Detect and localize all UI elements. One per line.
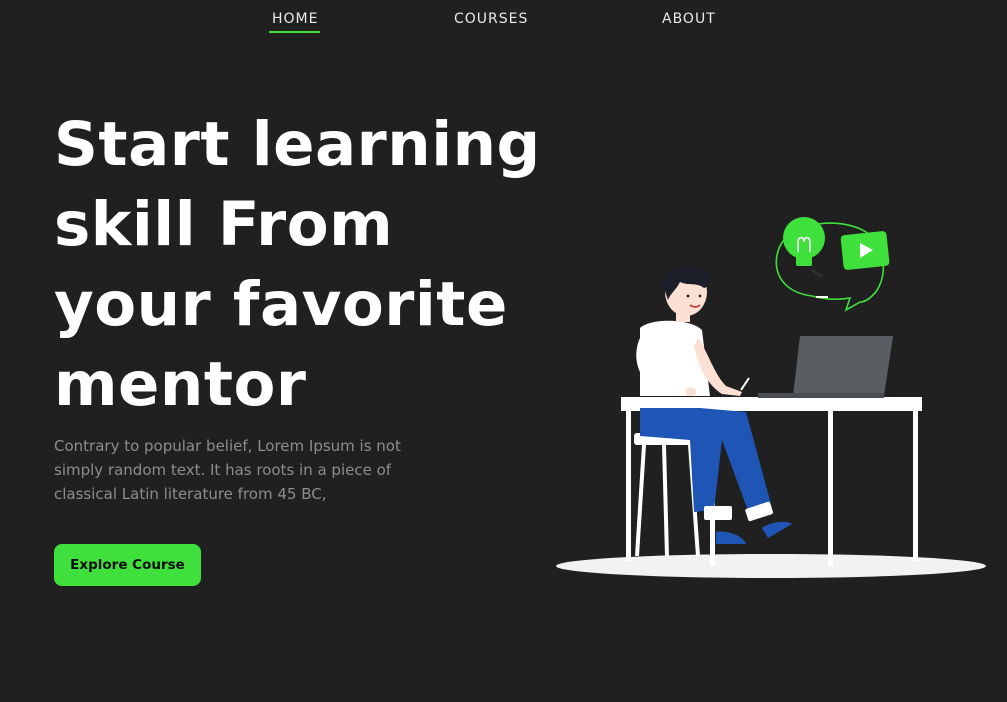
nav-link-about[interactable]: ABOUT (662, 11, 716, 27)
laptop (758, 336, 893, 398)
stool (634, 433, 700, 557)
hero-title-line-4: mentor (54, 349, 307, 420)
play-video-icon (840, 231, 890, 270)
top-nav: HOME COURSES ABOUT (0, 0, 1007, 40)
nav-link-home[interactable]: HOME (272, 11, 318, 27)
lightbulb-icon (783, 217, 825, 278)
hero-illustration (556, 217, 986, 578)
floor-shadow (556, 554, 986, 578)
active-nav-indicator (269, 31, 320, 33)
explore-course-button[interactable]: Explore Course (54, 544, 201, 586)
nav-link-courses[interactable]: COURSES (454, 11, 528, 27)
hero-description: Contrary to popular belief, Lorem Ipsum … (54, 437, 401, 503)
hero-title-line-3: your favorite (54, 269, 508, 340)
hero-title-line-2: skill From (54, 189, 394, 260)
hero-title-line-1: Start learning (54, 109, 541, 180)
hero-title: Start learning skill From your favorite … (54, 105, 554, 425)
